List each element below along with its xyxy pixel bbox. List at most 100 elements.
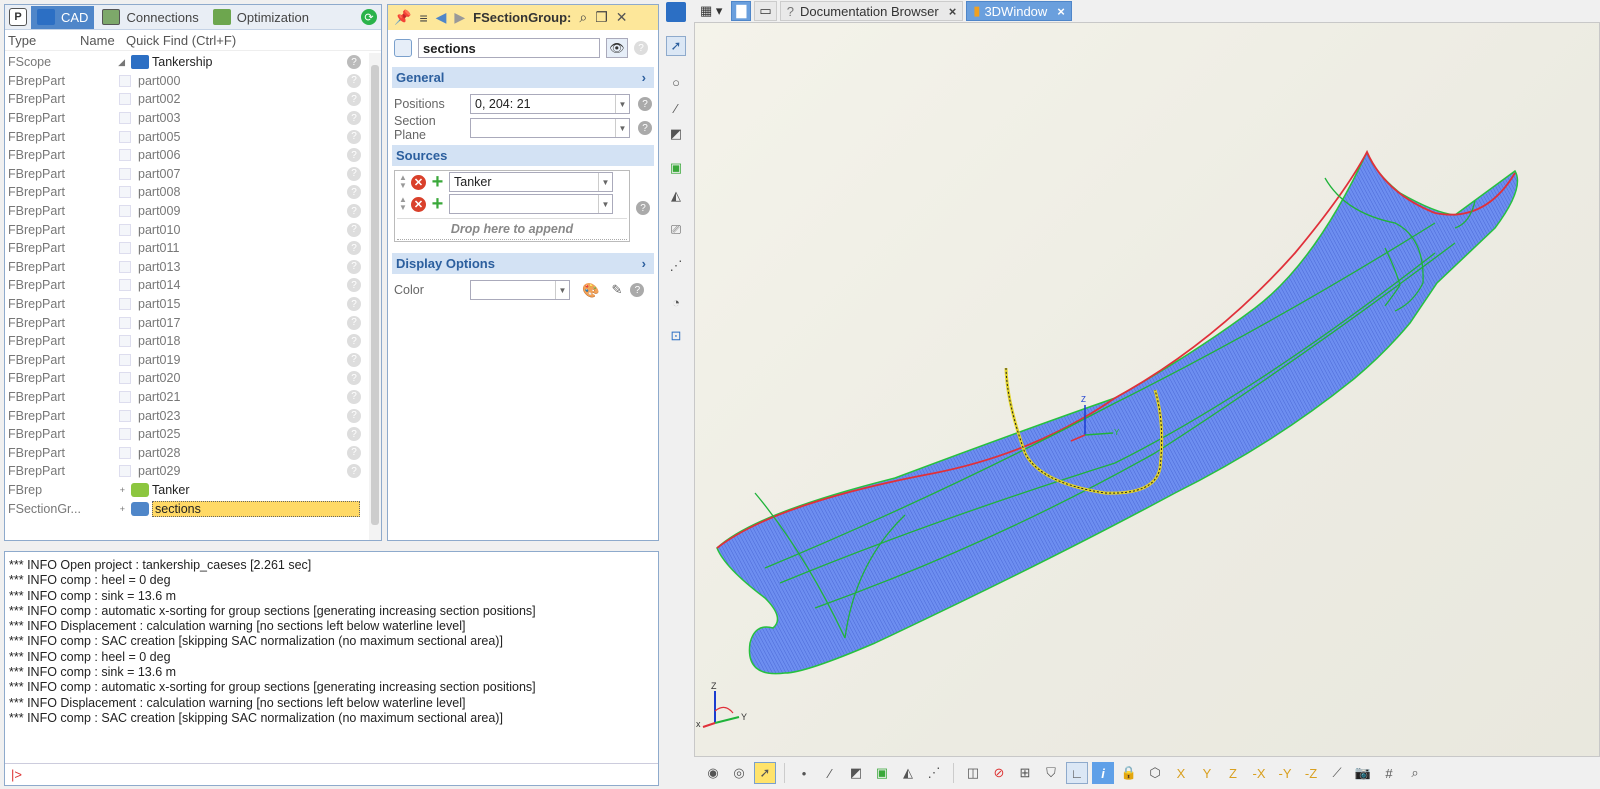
help-icon[interactable]: ? bbox=[347, 427, 361, 442]
tree-row[interactable]: FBrepPart part011? bbox=[5, 239, 367, 258]
source-field[interactable]: Tanker ▼ bbox=[449, 172, 613, 192]
info-icon[interactable]: i bbox=[1092, 762, 1114, 784]
select-mode-icon[interactable]: ➚ bbox=[754, 762, 776, 784]
analysis-icon[interactable]: ◔ bbox=[666, 292, 686, 312]
help-icon[interactable]: ? bbox=[347, 148, 361, 163]
tree-row[interactable]: FBrepPart part007? bbox=[5, 165, 367, 184]
tab-documentation-browser[interactable]: ? Documentation Browser × bbox=[779, 1, 964, 21]
help-icon[interactable]: ? bbox=[347, 464, 361, 479]
help-icon[interactable]: ? bbox=[347, 389, 361, 404]
cube-view-icon[interactable]: ⬡ bbox=[1144, 762, 1166, 784]
help-icon[interactable]: ? bbox=[347, 222, 361, 237]
help-icon[interactable]: ? bbox=[630, 283, 645, 297]
scrollbar-thumb[interactable] bbox=[371, 65, 379, 525]
help-icon[interactable]: ? bbox=[636, 201, 650, 215]
project-button[interactable]: P bbox=[9, 8, 27, 26]
tree-row[interactable]: FBrepPart part021? bbox=[5, 388, 367, 407]
help-icon[interactable]: ? bbox=[347, 408, 361, 423]
help-icon[interactable]: ? bbox=[347, 259, 361, 274]
command-input[interactable]: |> bbox=[5, 763, 658, 785]
color-field[interactable]: ▼ bbox=[470, 280, 570, 300]
reorder-icon[interactable]: ▲ ▼ bbox=[399, 196, 407, 212]
folder-view-icon[interactable]: ▇ bbox=[731, 1, 752, 21]
tree-row[interactable]: FBrepPart part015? bbox=[5, 295, 367, 314]
help-icon[interactable]: ? bbox=[347, 166, 361, 181]
tree-row[interactable]: FBrepPart part023? bbox=[5, 406, 367, 425]
help-icon[interactable]: ? bbox=[347, 297, 361, 312]
search-icon[interactable]: ⌕ bbox=[579, 9, 587, 26]
add-icon[interactable]: + bbox=[430, 193, 445, 215]
point-icon[interactable]: ○ bbox=[666, 72, 686, 92]
expand-icon[interactable]: + bbox=[95, 504, 125, 514]
help-icon[interactable]: ? bbox=[634, 41, 648, 55]
expand-icon[interactable]: + bbox=[95, 485, 125, 495]
dropdown-icon[interactable]: ▼ bbox=[598, 195, 612, 213]
help-icon[interactable]: ? bbox=[638, 121, 652, 135]
copy-icon[interactable]: ❐ bbox=[595, 9, 608, 26]
tree-row[interactable]: FBrepPart part020? bbox=[5, 369, 367, 388]
tab-cad[interactable]: CAD bbox=[31, 5, 95, 29]
target-icon[interactable]: ◎ bbox=[728, 762, 750, 784]
help-icon[interactable]: ? bbox=[347, 73, 361, 88]
feature-icon[interactable]: ⎚ bbox=[666, 220, 686, 240]
add-icon[interactable]: + bbox=[430, 171, 445, 193]
3d-viewport[interactable]: Z Y Z Y x bbox=[694, 22, 1600, 757]
delete-icon[interactable]: ✕ bbox=[411, 174, 426, 190]
close-icon[interactable]: × bbox=[949, 4, 957, 19]
folder-icon[interactable] bbox=[666, 2, 686, 22]
tree-row[interactable]: FBrepPart part000? bbox=[5, 72, 367, 91]
close-icon[interactable]: × bbox=[1057, 4, 1065, 19]
help-icon[interactable]: ? bbox=[347, 129, 361, 144]
column-name-header[interactable]: Name bbox=[80, 33, 126, 48]
view-neg-x-icon[interactable]: -X bbox=[1248, 762, 1270, 784]
pin-icon[interactable]: 📌 bbox=[394, 9, 411, 26]
brep-icon[interactable]: ▣ bbox=[666, 158, 686, 178]
help-icon[interactable]: ? bbox=[347, 371, 361, 386]
grid-view-icon[interactable]: ⊞ bbox=[1014, 762, 1036, 784]
tree-row[interactable]: FBrepPart part014? bbox=[5, 276, 367, 295]
zoom-icon[interactable]: ⌕ bbox=[1404, 762, 1426, 784]
dropdown-icon[interactable]: ▼ bbox=[615, 119, 629, 137]
tree-row[interactable]: FBrepPart part010? bbox=[5, 220, 367, 239]
monitor-icon[interactable]: ▭ bbox=[754, 1, 777, 21]
help-icon[interactable]: ? bbox=[347, 352, 361, 367]
tab-connections[interactable]: Connections bbox=[96, 6, 204, 29]
forward-icon[interactable]: ▶ bbox=[454, 9, 465, 26]
back-icon[interactable]: ◀ bbox=[436, 9, 447, 26]
menu-icon[interactable]: ≡ bbox=[419, 10, 427, 26]
section-plane-field[interactable]: ▼ bbox=[470, 118, 630, 138]
sources-section-header[interactable]: Sources bbox=[392, 145, 654, 166]
view-y-icon[interactable]: Y bbox=[1196, 762, 1218, 784]
tree-row[interactable]: FBrepPart part029? bbox=[5, 462, 367, 481]
quick-find-input[interactable]: Quick Find (Ctrl+F) bbox=[126, 33, 236, 48]
point-filter-icon[interactable]: • bbox=[793, 762, 815, 784]
tree-row[interactable]: FBrepPart part017? bbox=[5, 313, 367, 332]
help-icon[interactable]: ? bbox=[347, 111, 361, 126]
help-icon[interactable]: ? bbox=[347, 315, 361, 330]
curve-icon[interactable]: ⁄ bbox=[666, 98, 686, 118]
reorder-icon[interactable]: ▲ ▼ bbox=[399, 174, 407, 190]
clip-off-icon[interactable]: ⊘ bbox=[988, 762, 1010, 784]
refresh-icon[interactable]: ⟳ bbox=[361, 9, 377, 25]
tree-row[interactable]: FBrepPart part003? bbox=[5, 109, 367, 128]
shield-icon[interactable]: ⛉ bbox=[1040, 762, 1062, 784]
dropdown-icon[interactable]: ▼ bbox=[615, 95, 629, 113]
view-z-icon[interactable]: Z bbox=[1222, 762, 1244, 784]
help-icon[interactable]: ? bbox=[347, 55, 361, 70]
tree-row[interactable]: FBrepPart part008? bbox=[5, 183, 367, 202]
solid-icon[interactable]: ◭ bbox=[666, 186, 686, 206]
brep-filter-icon[interactable]: ▣ bbox=[871, 762, 893, 784]
help-icon[interactable]: ? bbox=[347, 241, 361, 256]
source-field[interactable]: ▼ bbox=[449, 194, 613, 214]
palette-icon[interactable]: 🎨 bbox=[582, 282, 599, 299]
edit-icon[interactable]: ✎ bbox=[611, 282, 622, 298]
help-icon[interactable]: ? bbox=[638, 97, 652, 111]
surface-filter-icon[interactable]: ◩ bbox=[845, 762, 867, 784]
tree-row[interactable]: FBrepPart part019? bbox=[5, 351, 367, 370]
help-icon[interactable]: ? bbox=[347, 334, 361, 349]
dropdown-icon[interactable]: ▼ bbox=[598, 173, 612, 191]
grid-icon[interactable]: # bbox=[1378, 762, 1400, 784]
tree-row[interactable]: FSectionGr... + sections bbox=[5, 499, 367, 518]
curve-filter-icon[interactable]: ⁄ bbox=[819, 762, 841, 784]
surface-icon[interactable]: ◩ bbox=[666, 124, 686, 144]
